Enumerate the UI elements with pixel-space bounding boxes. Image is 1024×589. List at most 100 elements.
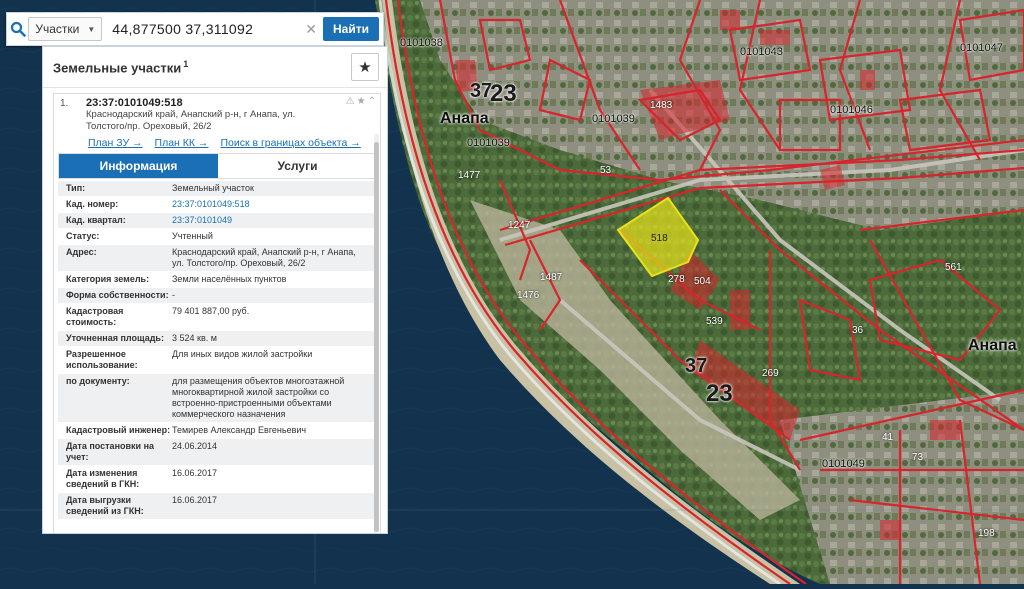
- clear-icon[interactable]: ✕: [299, 21, 323, 38]
- info-row: Кадастровый инженер: Темирев Александр Ев…: [58, 423, 376, 439]
- parcel-label: 504: [694, 276, 711, 287]
- result-count: 1: [183, 58, 189, 69]
- info-key: Кадастровый инженер:: [66, 425, 171, 435]
- search-icon[interactable]: [7, 13, 28, 45]
- info-value: для размещения объектов многоэтажной мно…: [172, 376, 345, 419]
- info-value: Земельный участок: [172, 183, 254, 193]
- panel-header: Земельные участки 1 ★: [43, 47, 387, 88]
- panel-title-text: Земельные участки: [53, 60, 182, 76]
- info-row: Кад. номер: 23:37:0101049:518: [58, 197, 376, 213]
- tab-info[interactable]: Информация: [59, 154, 218, 178]
- info-value: Земли населённых пунктов: [172, 274, 287, 284]
- info-key: Тип:: [66, 183, 86, 193]
- block-label: 0101038: [400, 37, 443, 49]
- result-links: План ЗУ → План КК → Поиск в границах объ…: [54, 133, 380, 152]
- parcel-label: 41: [882, 432, 894, 443]
- info-row: по документу: для размещения объектов мно…: [58, 374, 376, 423]
- search-bar: Участки ▼ ✕ Найти: [6, 12, 384, 46]
- info-key: Разрешенное использование:: [66, 349, 138, 370]
- block-label: 0101046: [830, 104, 873, 116]
- result-address: Краснодарский край, Анапский р-н, г Анап…: [86, 109, 296, 132]
- search-button[interactable]: Найти: [323, 17, 379, 41]
- info-key: по документу:: [66, 376, 130, 386]
- result-index: 1.: [60, 98, 69, 109]
- star-icon: ★: [358, 59, 372, 76]
- region-label: 37: [685, 355, 708, 377]
- search-type-select[interactable]: Участки ▼: [28, 17, 103, 41]
- district-label: 23: [706, 380, 733, 407]
- info-key: Кадастровая стоимость:: [66, 306, 124, 327]
- info-row: Статус: Учтенный: [58, 229, 376, 245]
- parcel-label: 198: [978, 528, 995, 539]
- info-value: Темирев Александр Евгеньевич: [172, 425, 307, 435]
- info-row: Кадастровая стоимость: 79 401 887,00 руб.: [58, 304, 376, 331]
- result-tabs: Информация Услуги: [58, 153, 378, 179]
- block-label: 0101039: [467, 137, 510, 149]
- info-row: Уточненная площадь: 3 524 кв. м: [58, 331, 376, 347]
- block-label: 0101039: [592, 113, 635, 125]
- parcel-label: 278: [668, 274, 685, 285]
- chevron-up-icon[interactable]: ⌃: [368, 96, 376, 107]
- results-panel: Земельные участки 1 ★ 1. 23:37:0101049:51…: [42, 46, 388, 534]
- parcel-label: 1247: [508, 220, 531, 231]
- favorite-button[interactable]: ★: [351, 53, 379, 81]
- warning-icon[interactable]: ⚠: [346, 96, 355, 107]
- info-row: Форма собственности: -: [58, 288, 376, 304]
- scrollbar[interactable]: [374, 134, 379, 533]
- star-outline-icon[interactable]: ★: [357, 96, 366, 107]
- info-value: Краснодарский край, Анапский р-н, г Анап…: [172, 247, 356, 268]
- panel-title: Земельные участки 1: [53, 59, 188, 75]
- info-key: Адрес:: [66, 247, 97, 257]
- parcel-label: 1483: [650, 100, 673, 111]
- info-value: 3 524 кв. м: [172, 333, 217, 343]
- info-value: 24.06.2014: [172, 441, 218, 451]
- info-key: Дата выгрузки сведений из ГКН:: [66, 495, 144, 516]
- parcel-label: 73: [912, 452, 924, 463]
- tab-services[interactable]: Услуги: [218, 154, 377, 178]
- block-label: 0101043: [740, 46, 783, 58]
- chevron-down-icon: ▼: [87, 24, 96, 34]
- info-row: Дата выгрузки сведений из ГКН: 16.06.2017: [58, 493, 376, 520]
- info-key: Категория земель:: [66, 274, 150, 284]
- info-key: Форма собственности:: [66, 290, 169, 300]
- result-cad-number[interactable]: 23:37:0101049:518: [86, 97, 374, 109]
- info-value: 16.06.2017: [172, 495, 218, 505]
- info-value: -: [172, 290, 175, 300]
- city-label: Анапа: [968, 337, 1017, 354]
- plan-zu-link[interactable]: План ЗУ →: [88, 137, 143, 149]
- parcel-label: 539: [706, 316, 723, 327]
- plan-kk-link[interactable]: План КК →: [155, 137, 209, 149]
- search-input[interactable]: [106, 14, 300, 44]
- info-value: 79 401 887,00 руб.: [172, 306, 250, 316]
- search-type-label: Участки: [35, 22, 80, 36]
- search-in-bounds-link[interactable]: Поиск в границах объекта →: [220, 137, 360, 149]
- info-row: Кад. квартал: 23:37:0101049: [58, 213, 376, 229]
- info-key: Дата изменения сведений в ГКН:: [66, 468, 140, 489]
- region-label: 37: [470, 80, 493, 102]
- block-label: 0101049: [822, 458, 865, 470]
- info-row: Разрешенное использование: Для иных видов…: [58, 347, 376, 374]
- info-key: Статус:: [66, 231, 100, 241]
- info-row: Категория земель: Земли населённых пункто…: [58, 272, 376, 288]
- city-label: Анапа: [440, 110, 489, 127]
- info-value: Для иных видов жилой застройки: [172, 349, 313, 359]
- info-key: Дата постановки на учет:: [66, 441, 155, 462]
- info-key: Уточненная площадь:: [66, 333, 164, 343]
- scrollbar-thumb[interactable]: [374, 142, 379, 532]
- district-label: 23: [490, 80, 517, 107]
- info-value[interactable]: 23:37:0101049:518: [172, 199, 368, 210]
- parcel-label: 53: [600, 165, 612, 176]
- info-key: Кад. номер:: [66, 199, 119, 209]
- info-table: Тип: Земельный участок Кад. номер: 23:37:01…: [58, 181, 376, 520]
- info-row: Тип: Земельный участок: [58, 181, 376, 197]
- info-value[interactable]: 23:37:0101049: [172, 215, 368, 226]
- result-card: 1. 23:37:0101049:518 Краснодарский край,…: [53, 93, 381, 533]
- parcel-label: 1477: [458, 170, 481, 181]
- info-value: Учтенный: [172, 231, 213, 241]
- info-key: Кад. квартал:: [66, 215, 126, 225]
- parcel-label: 269: [762, 368, 779, 379]
- parcel-label: 1487: [540, 272, 563, 283]
- parcel-label: 518: [651, 233, 668, 244]
- block-label: 0101047: [960, 42, 1003, 54]
- parcel-label: 1476: [517, 290, 540, 301]
